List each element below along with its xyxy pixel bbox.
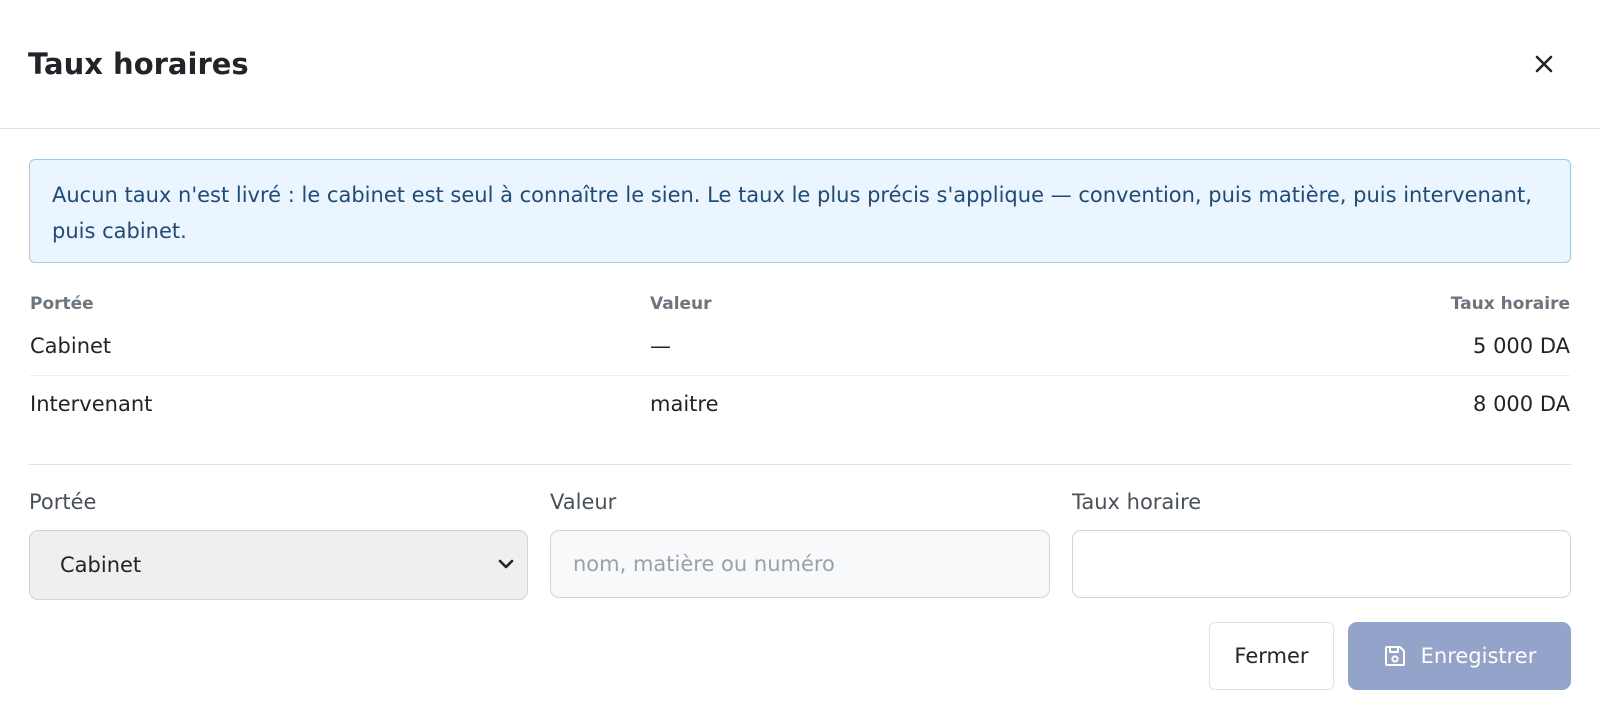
table-header-valeur: Valeur [650, 294, 712, 314]
fermer-button[interactable]: Fermer [1209, 622, 1334, 690]
table-cell-valeur: maitre [650, 392, 719, 416]
modal-dialog: Taux horaires Aucun taux n'est livré : l… [0, 0, 1600, 718]
portee-select[interactable]: Cabinet [29, 530, 528, 600]
table-cell-taux: 5 000 DA [1473, 334, 1570, 358]
modal-title: Taux horaires [28, 47, 249, 81]
info-alert: Aucun taux n'est livré : le cabinet est … [29, 159, 1571, 263]
table-cell-valeur: — [650, 334, 671, 358]
enregistrer-label: Enregistrer [1420, 644, 1537, 668]
section-divider [29, 464, 1571, 465]
close-button[interactable] [1524, 44, 1564, 84]
valeur-input[interactable] [550, 530, 1050, 598]
chevron-down-icon [498, 559, 514, 569]
table-header-taux: Taux horaire [1450, 294, 1570, 314]
taux-label: Taux horaire [1072, 490, 1202, 514]
enregistrer-button[interactable]: Enregistrer [1348, 622, 1571, 690]
valeur-label: Valeur [550, 490, 617, 514]
table-cell-taux: 8 000 DA [1473, 392, 1570, 416]
portee-select-value: Cabinet [60, 553, 142, 577]
close-icon [1535, 55, 1553, 73]
table-header-portee: Portée [30, 294, 94, 314]
table-row: Intervenant maitre 8 000 DA [30, 376, 1570, 434]
table-row: Cabinet — 5 000 DA [30, 318, 1570, 376]
taux-horaire-input[interactable] [1072, 530, 1571, 598]
modal-header: Taux horaires [0, 0, 1600, 129]
table-cell-portee: Intervenant [30, 392, 153, 416]
portee-label: Portée [29, 490, 97, 514]
floppy-disk-icon [1384, 646, 1405, 666]
table-cell-portee: Cabinet [30, 334, 112, 358]
